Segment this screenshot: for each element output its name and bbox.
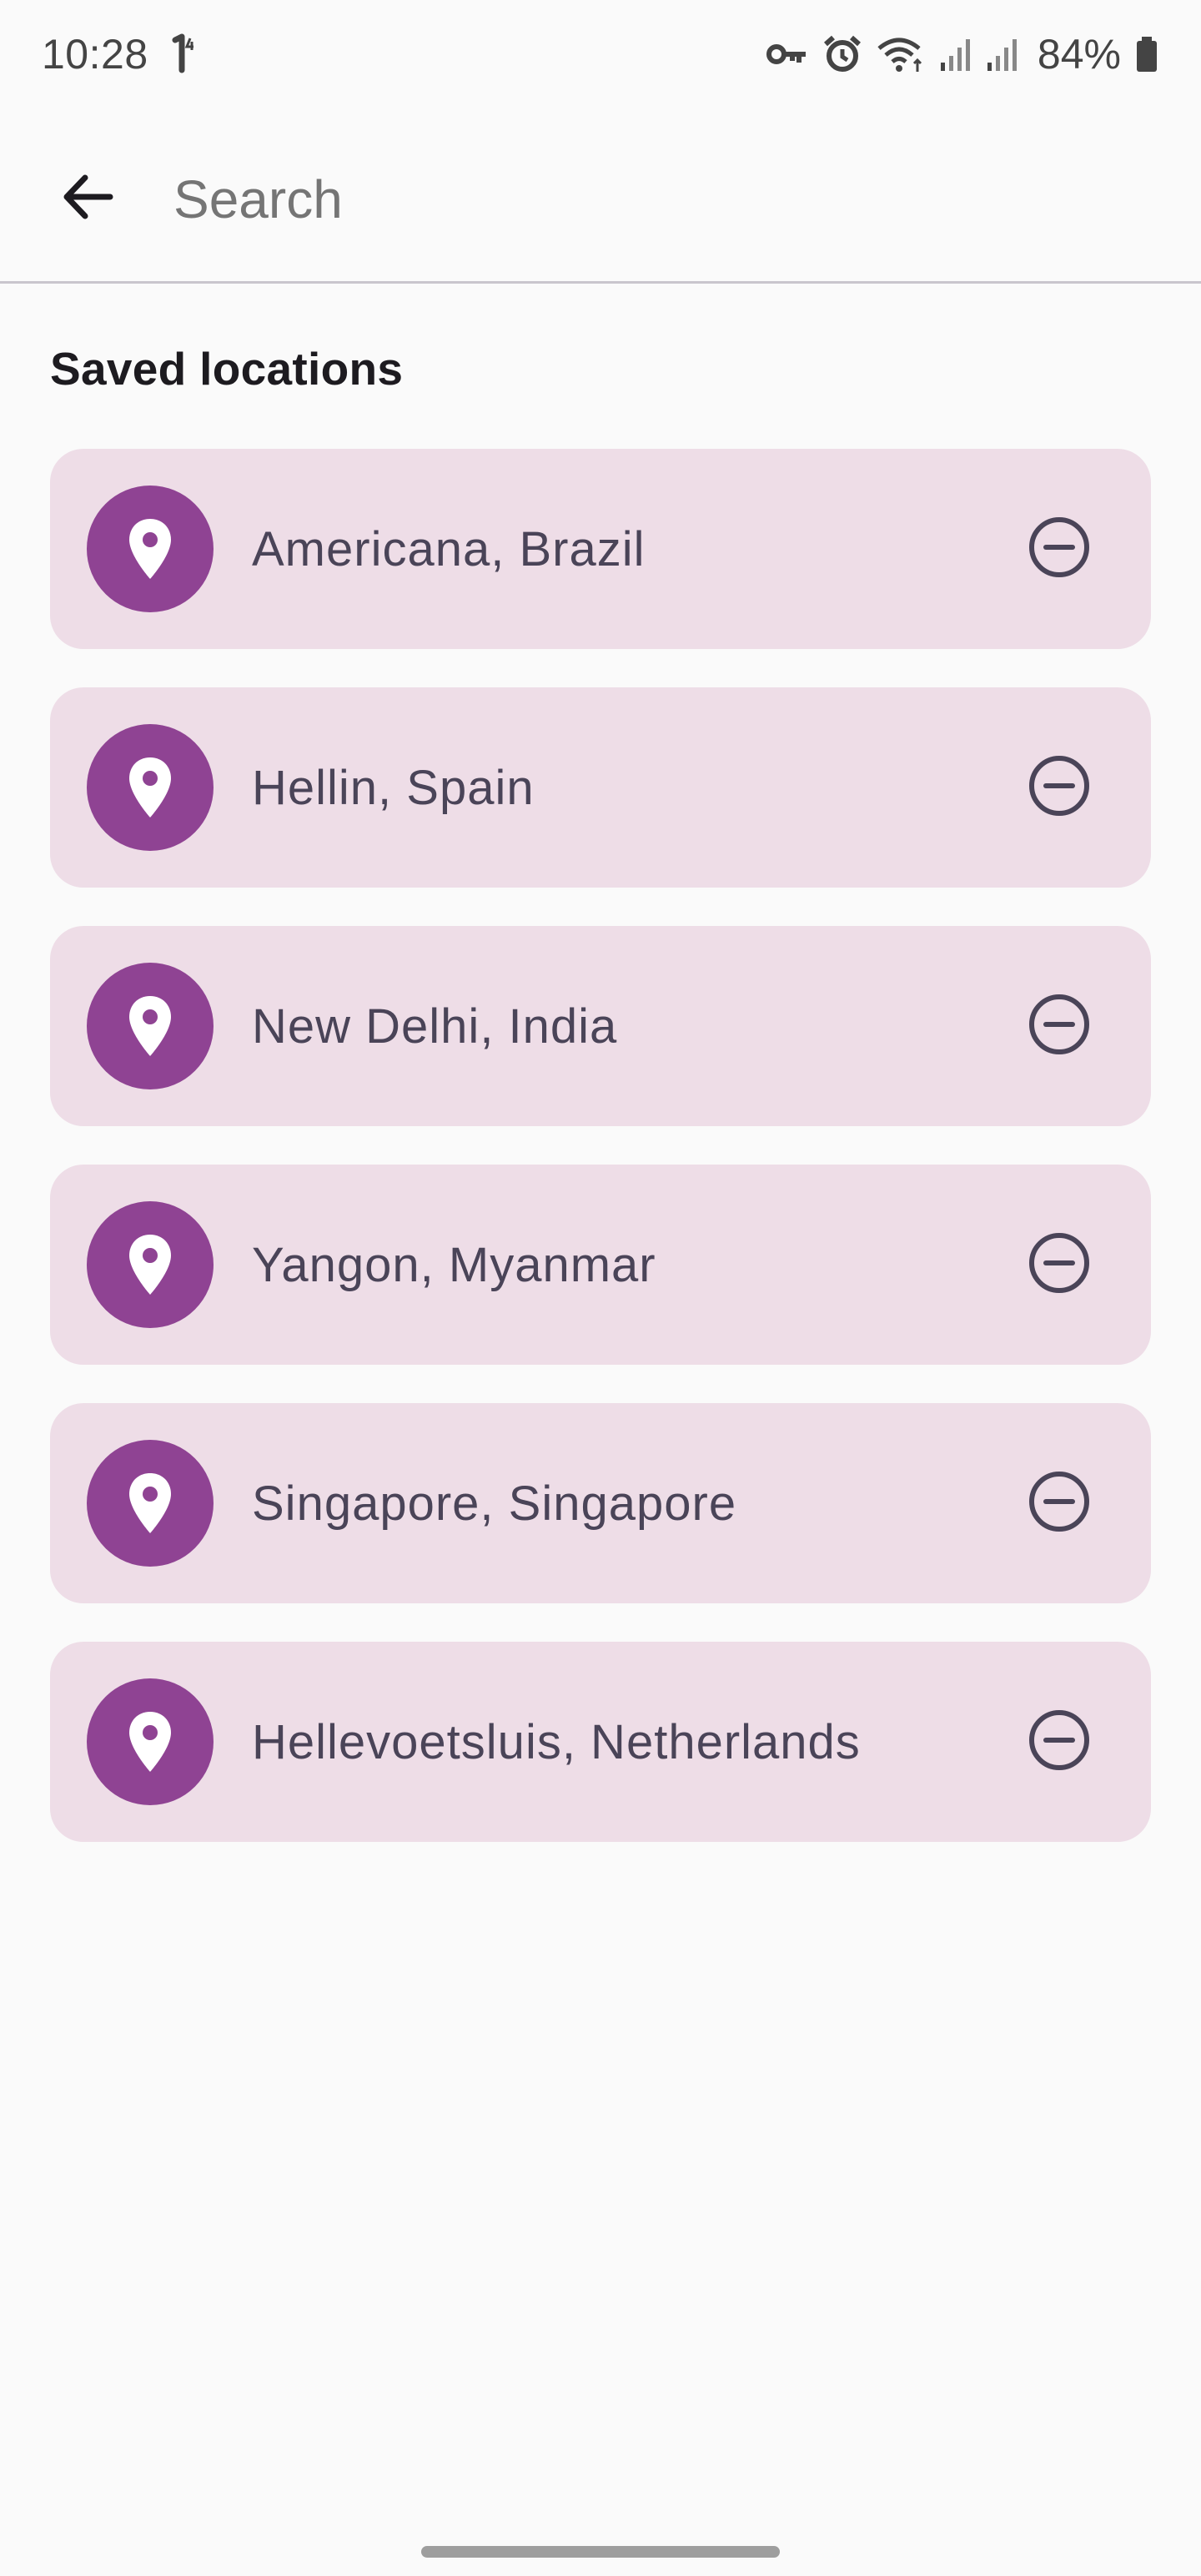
location-pin-icon — [87, 1678, 214, 1805]
location-label: Singapore, Singapore — [252, 1476, 737, 1531]
remove-circle-icon — [1026, 1230, 1093, 1301]
remove-location-button[interactable] — [1018, 1700, 1101, 1784]
notification-count-icon — [167, 33, 200, 75]
remove-location-button[interactable] — [1018, 984, 1101, 1068]
location-item[interactable]: Americana, Brazil — [50, 449, 1151, 649]
search-input[interactable] — [173, 144, 1201, 254]
alarm-icon — [822, 34, 862, 74]
status-time: 10:28 — [42, 31, 148, 78]
saved-locations-list: Americana, Brazil Hellin, Spain New Delh… — [50, 449, 1151, 1842]
status-right: 84% — [766, 30, 1159, 78]
section-title: Saved locations — [50, 343, 404, 395]
location-label: New Delhi, India — [252, 999, 618, 1054]
location-item[interactable]: New Delhi, India — [50, 926, 1151, 1126]
remove-circle-icon — [1026, 1468, 1093, 1539]
location-item[interactable]: Hellin, Spain — [50, 687, 1151, 888]
vpn-key-icon — [766, 38, 809, 71]
location-pin-icon — [87, 1440, 214, 1567]
remove-location-button[interactable] — [1018, 746, 1101, 829]
location-pin-icon — [87, 963, 214, 1089]
location-item[interactable]: Yangon, Myanmar — [50, 1165, 1151, 1365]
location-item[interactable]: Hellevoetsluis, Netherlands — [50, 1642, 1151, 1842]
remove-circle-icon — [1026, 752, 1093, 823]
arrow-back-icon — [58, 168, 117, 230]
wifi-icon — [876, 35, 926, 73]
location-label: Yangon, Myanmar — [252, 1237, 656, 1292]
remove-location-button[interactable] — [1018, 1223, 1101, 1306]
remove-circle-icon — [1026, 991, 1093, 1062]
remove-circle-icon — [1026, 1707, 1093, 1778]
status-bar: 10:28 84% — [0, 0, 1201, 108]
location-pin-icon — [87, 1201, 214, 1328]
remove-location-button[interactable] — [1018, 507, 1101, 591]
remove-circle-icon — [1026, 514, 1093, 585]
status-left: 10:28 — [42, 30, 200, 78]
signal-icon — [939, 36, 972, 73]
signal-icon — [986, 36, 1019, 73]
battery-percent: 84% — [1037, 31, 1121, 78]
gesture-nav-bar[interactable] — [421, 2546, 780, 2558]
back-button[interactable] — [33, 145, 142, 254]
battery-icon — [1134, 35, 1159, 73]
location-pin-icon — [87, 724, 214, 851]
location-pin-icon — [87, 486, 214, 612]
location-label: Americana, Brazil — [252, 521, 646, 576]
remove-location-button[interactable] — [1018, 1462, 1101, 1545]
location-label: Hellevoetsluis, Netherlands — [252, 1714, 861, 1769]
search-bar — [0, 117, 1201, 284]
location-label: Hellin, Spain — [252, 760, 535, 815]
location-item[interactable]: Singapore, Singapore — [50, 1403, 1151, 1603]
